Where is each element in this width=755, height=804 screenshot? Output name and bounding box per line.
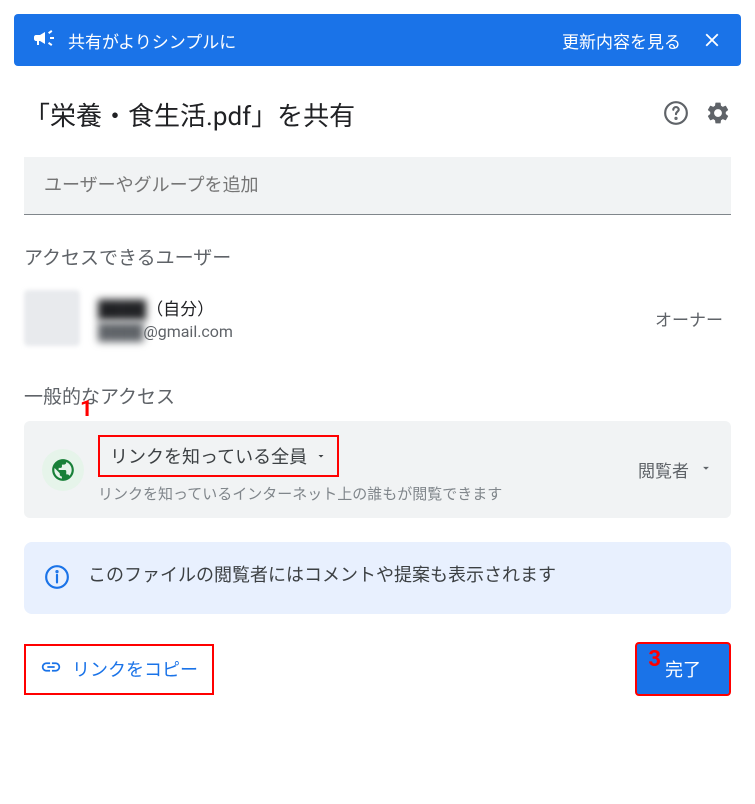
annotation-3: 3	[648, 647, 661, 672]
promo-banner: 共有がよりシンプルに 更新内容を見る	[14, 14, 741, 66]
avatar	[24, 290, 80, 346]
dialog-header: 「栄養・食生活.pdf」を共有	[0, 66, 755, 157]
link-icon	[40, 656, 62, 683]
permission-dropdown[interactable]: 閲覧者	[638, 457, 713, 482]
user-info: ████（自分） ████@gmail.com	[98, 295, 655, 342]
chevron-down-icon	[699, 460, 713, 480]
user-name: ████（自分）	[98, 295, 655, 320]
info-text: このファイルの閲覧者にはコメントや提案も表示されます	[88, 562, 556, 589]
access-scope-dropdown[interactable]: リンクを知っている全員	[98, 435, 339, 477]
globe-icon	[42, 449, 84, 491]
add-people-input[interactable]	[24, 157, 731, 215]
dialog-footer: リンクをコピー 完了	[0, 638, 755, 720]
general-access-row: リンクを知っている全員 リンクを知っているインターネット上の誰もが閲覧できます …	[24, 421, 731, 518]
access-description: リンクを知っているインターネット上の誰もが閲覧できます	[98, 483, 638, 504]
banner-link[interactable]: 更新内容を見る	[562, 28, 681, 53]
section-general-access: 一般的なアクセス	[0, 354, 755, 421]
close-icon[interactable]	[701, 29, 723, 51]
access-main: リンクを知っている全員 リンクを知っているインターネット上の誰もが閲覧できます	[98, 435, 638, 504]
info-icon	[44, 564, 70, 594]
megaphone-icon	[32, 26, 56, 54]
annotation-1: 1	[80, 397, 93, 422]
user-email: ████@gmail.com	[98, 322, 655, 342]
gear-icon[interactable]	[705, 100, 731, 130]
help-icon[interactable]	[663, 100, 689, 130]
banner-text: 共有がよりシンプルに	[68, 28, 562, 53]
dialog-title: 「栄養・食生活.pdf」を共有	[24, 96, 647, 133]
user-role: オーナー	[655, 306, 723, 331]
copy-link-button[interactable]: リンクをコピー	[24, 644, 214, 695]
info-box: このファイルの閲覧者にはコメントや提案も表示されます	[24, 542, 731, 614]
section-access-users: アクセスできるユーザー	[0, 215, 755, 282]
chevron-down-icon	[315, 446, 327, 467]
user-row: ████（自分） ████@gmail.com オーナー	[0, 282, 755, 354]
